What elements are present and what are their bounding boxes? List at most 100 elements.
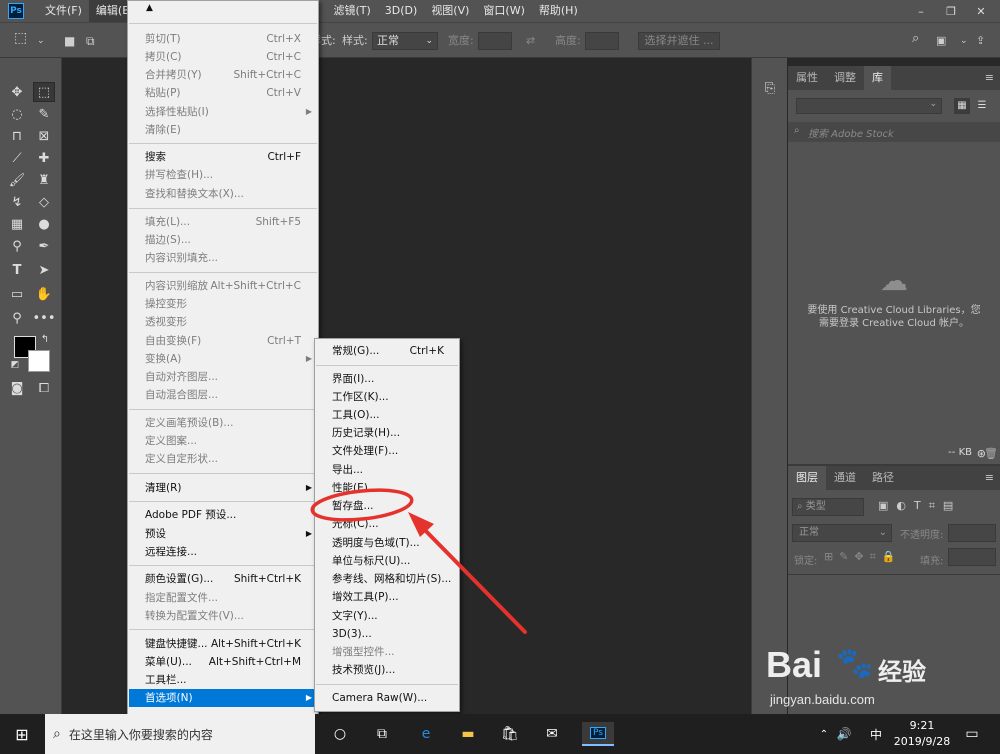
history-panel-icon[interactable]: ⎘ xyxy=(759,78,781,98)
pref-item-camera-raw[interactable]: Camera Raw(W)... xyxy=(316,689,458,707)
stamp-tool-icon[interactable]: ♜ xyxy=(33,170,55,190)
menu-item-auto-blend[interactable]: 自动混合图层... xyxy=(129,386,317,404)
type-tool-icon[interactable]: T xyxy=(6,260,28,280)
quick-mask-icon[interactable]: ◙ xyxy=(6,378,28,398)
brush-tool-icon[interactable]: 🖌 xyxy=(6,170,28,190)
mail-icon[interactable]: ✉ xyxy=(540,722,564,746)
pref-item-3d[interactable]: 3D(3)... xyxy=(316,625,458,643)
notification-icon[interactable]: ▭ xyxy=(960,722,984,746)
close-button[interactable]: ✕ xyxy=(966,0,996,22)
menu-item-content-aware-fill[interactable]: 内容识别填充... xyxy=(129,249,317,267)
menu-item-color-settings[interactable]: 颜色设置(G)... Shift+Ctrl+K xyxy=(129,570,317,588)
gradient-tool-icon[interactable]: ▦ xyxy=(6,214,28,234)
menu-item-assign-profile[interactable]: 指定配置文件... xyxy=(129,589,317,607)
blur-tool-icon[interactable]: ● xyxy=(33,214,55,234)
layers-panel-menu-icon[interactable]: ≡ xyxy=(985,471,994,484)
menu-item-paste[interactable]: 粘贴(P) Ctrl+V xyxy=(129,84,317,102)
menu-item-free-transform[interactable]: 自由变换(F) Ctrl+T xyxy=(129,332,317,350)
menu-item-toolbar[interactable]: 工具栏... xyxy=(129,671,317,689)
tab-libraries[interactable]: 库 xyxy=(864,66,891,90)
style-select[interactable]: 正常 ⌄ xyxy=(372,32,438,50)
layer-filter-icons[interactable]: ▣◐T⌗▤ xyxy=(878,499,961,513)
scroll-up-arrow-icon[interactable]: ▲ xyxy=(146,3,153,13)
menu-item-fill[interactable]: 填充(L)... Shift+F5 xyxy=(129,213,317,231)
fill-input[interactable] xyxy=(948,548,996,566)
menu-item-stroke[interactable]: 描边(S)... xyxy=(129,231,317,249)
pref-item-type[interactable]: 文字(Y)... xyxy=(316,607,458,625)
tab-layers[interactable]: 图层 xyxy=(788,466,826,490)
pref-item-tech-previews[interactable]: 技术预览(J)... xyxy=(316,661,458,679)
pref-item-file-handling[interactable]: 文件处理(F)... xyxy=(316,442,458,460)
menu-item-menus[interactable]: 菜单(U)... Alt+Shift+Ctrl+M xyxy=(129,653,317,671)
tab-properties[interactable]: 属性 xyxy=(788,66,826,90)
eraser-tool-icon[interactable]: ◇ xyxy=(33,192,55,212)
quick-select-tool-icon[interactable]: ✎ xyxy=(33,104,55,124)
pref-item-tools[interactable]: 工具(O)... xyxy=(316,406,458,424)
frame-tool-icon[interactable]: ⊠ xyxy=(33,126,55,146)
menu-item-transform[interactable]: 变换(A) ▶ xyxy=(129,350,317,368)
lock-icons[interactable]: ⊞✎✥⌗🔒 xyxy=(824,550,902,564)
store-icon[interactable]: 🛍 xyxy=(498,722,522,746)
menu-item-spell-check[interactable]: 拼写检查(H)... xyxy=(129,166,317,184)
file-explorer-icon[interactable]: ▬ xyxy=(456,722,480,746)
menu-item-puppet-warp[interactable]: 操控变形 xyxy=(129,295,317,313)
ime-indicator[interactable]: 中 xyxy=(864,722,888,746)
share-icon[interactable]: ⇪ xyxy=(976,32,985,50)
screen-mode-icon[interactable]: ⧠ xyxy=(33,378,55,398)
hand-tool-icon[interactable]: ✋ xyxy=(33,284,55,304)
grid-view-icon[interactable]: ▦ xyxy=(954,98,970,114)
select-and-mask-button[interactable]: 选择并遮住 ... xyxy=(638,32,720,50)
dodge-tool-icon[interactable]: ⚲ xyxy=(6,236,28,256)
zoom-tool-icon[interactable]: ⚲ xyxy=(6,308,28,328)
workspace-icon[interactable]: ▣ xyxy=(936,32,946,50)
task-view-icon[interactable]: ⧉ xyxy=(370,722,394,746)
menu-item-preferences[interactable]: 首选项(N) ▶ xyxy=(129,689,317,707)
photoshop-taskbar-icon[interactable]: Ps xyxy=(582,722,614,746)
eyedropper-tool-icon[interactable]: ⟋ xyxy=(6,148,28,168)
healing-brush-tool-icon[interactable]: ✚ xyxy=(33,148,55,168)
edge-browser-icon[interactable]: e xyxy=(414,722,438,746)
tab-channels[interactable]: 通道 xyxy=(826,466,864,490)
menu-item-define-shape[interactable]: 定义自定形状... xyxy=(129,450,317,468)
menu-item-clear[interactable]: 清除(E) xyxy=(129,121,317,139)
swap-icon[interactable]: ⇄ xyxy=(526,32,535,50)
pref-item-history[interactable]: 历史记录(H)... xyxy=(316,424,458,442)
background-color-swatch[interactable] xyxy=(28,350,50,372)
menu-view[interactable]: 视图(V) xyxy=(424,0,476,22)
layer-filter-select[interactable]: ⌕ 类型 xyxy=(792,498,864,516)
pref-item-units-rulers[interactable]: 单位与标尺(U)... xyxy=(316,552,458,570)
workspace-chevron-icon[interactable]: ⌄ xyxy=(960,32,968,50)
menu-item-auto-align[interactable]: 自动对齐图层... xyxy=(129,368,317,386)
menu-item-presets[interactable]: 预设 ▶ xyxy=(129,525,317,543)
tab-adjustments[interactable]: 调整 xyxy=(826,66,864,90)
move-tool-icon[interactable]: ✥ xyxy=(6,82,28,102)
trash-icon[interactable]: 🗑 xyxy=(984,447,998,460)
menu-item-find-replace[interactable]: 查找和替换文本(X)... xyxy=(129,185,317,203)
menu-item-content-aware-scale[interactable]: 内容识别缩放 Alt+Shift+Ctrl+C xyxy=(129,277,317,295)
menu-item-search[interactable]: 搜索 Ctrl+F xyxy=(129,148,317,166)
speaker-icon[interactable]: 🔊 xyxy=(832,722,856,746)
width-input[interactable] xyxy=(478,32,512,50)
chevron-down-icon[interactable]: ⌄ xyxy=(37,32,45,50)
pref-item-interface[interactable]: 界面(I)... xyxy=(316,370,458,388)
more-tools-icon[interactable]: ••• xyxy=(33,308,56,328)
pref-item-workspace[interactable]: 工作区(K)... xyxy=(316,388,458,406)
history-brush-tool-icon[interactable]: ↯ xyxy=(6,192,28,212)
pref-item-transparency[interactable]: 透明度与色域(T)... xyxy=(316,534,458,552)
restore-button[interactable]: ❐ xyxy=(936,0,966,22)
add-selection-icon[interactable]: ⧉ xyxy=(86,32,95,50)
pref-item-performance[interactable]: 性能(E)... xyxy=(316,479,458,497)
menu-item-define-pattern[interactable]: 定义图案... xyxy=(129,432,317,450)
menu-item-paste-special[interactable]: 选择性粘贴(I) ▶ xyxy=(129,103,317,121)
cortana-icon[interactable]: ○ xyxy=(328,722,352,746)
menu-item-cut[interactable]: 剪切(T) Ctrl+X xyxy=(129,30,317,48)
library-select[interactable]: ⌄ xyxy=(796,98,942,114)
menu-item-perspective-warp[interactable]: 透视变形 xyxy=(129,313,317,331)
new-selection-icon[interactable]: ■ xyxy=(64,32,75,50)
menu-filter[interactable]: 滤镜(T) xyxy=(326,0,377,22)
pref-item-general[interactable]: 常规(G)... Ctrl+K xyxy=(316,342,458,360)
crop-tool-icon[interactable]: ⊓ xyxy=(6,126,28,146)
search-icon[interactable]: ⌕ xyxy=(912,30,919,48)
opacity-input[interactable] xyxy=(948,524,996,542)
lasso-tool-icon[interactable]: ◌ xyxy=(6,104,28,124)
